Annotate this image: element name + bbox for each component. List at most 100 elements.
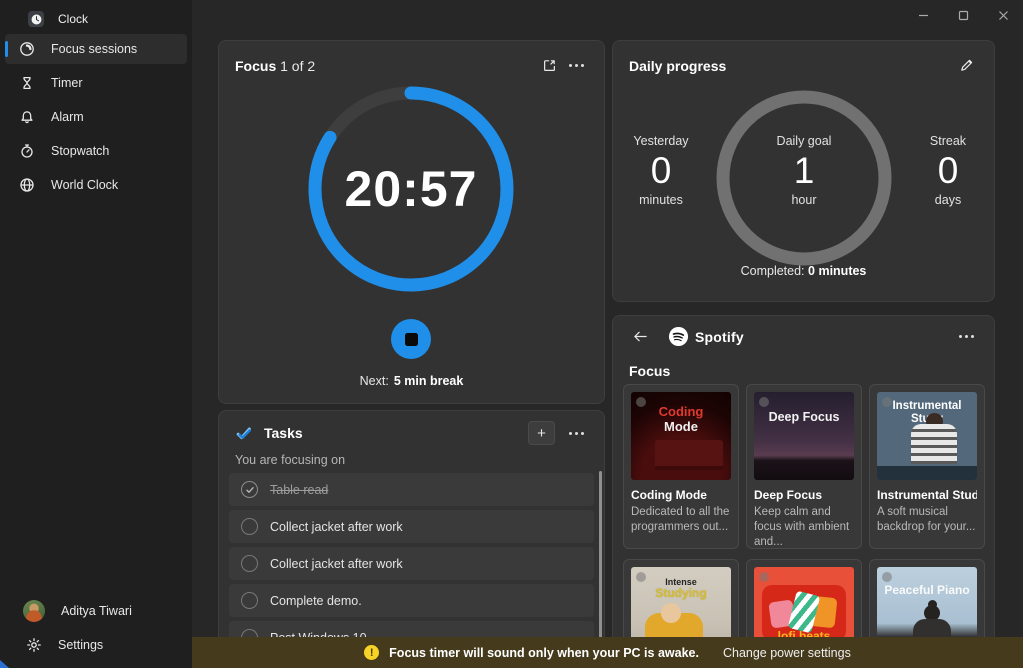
minimize-icon xyxy=(918,10,929,21)
time-remaining: 20:57 xyxy=(296,74,526,304)
sidebar-item-label: Stopwatch xyxy=(51,144,109,158)
sidebar-item-label: Alarm xyxy=(51,110,84,124)
stat-yesterday-value: 0 xyxy=(606,150,716,192)
spotify-watermark-icon xyxy=(759,572,769,582)
playlist-description: A soft musical backdrop for your... xyxy=(877,505,977,535)
edit-goal-button[interactable] xyxy=(953,54,980,77)
stat-yesterday: Yesterday 0 minutes xyxy=(606,134,716,207)
popout-button[interactable] xyxy=(536,54,563,77)
settings-label: Settings xyxy=(58,638,103,652)
spotify-brand: Spotify xyxy=(668,326,744,347)
focus-session-count: 1 of 2 xyxy=(280,58,315,74)
clock-app-window: Clock Focus sessions Timer xyxy=(0,0,1023,668)
task-checkbox[interactable] xyxy=(241,518,258,535)
focus-timer-ring: 20:57 xyxy=(296,74,526,304)
task-label: Collect jacket after work xyxy=(270,520,403,534)
close-button[interactable] xyxy=(983,0,1023,30)
stat-streak-value: 0 xyxy=(893,150,1003,192)
back-button[interactable] xyxy=(627,326,654,347)
spotify-section-heading: Focus xyxy=(613,347,994,379)
focus-card-more-button[interactable] xyxy=(563,60,590,71)
next-session-line: Next:5 min break xyxy=(219,374,604,388)
spotify-watermark-icon xyxy=(759,397,769,407)
next-session-value: 5 min break xyxy=(394,374,463,388)
spotify-brand-label: Spotify xyxy=(695,329,744,345)
playlist-cover: Coding Mode xyxy=(631,392,731,480)
user-name: Aditya Tiwari xyxy=(61,604,132,618)
tasks-scrollbar[interactable] xyxy=(599,471,602,656)
spotify-watermark-icon xyxy=(882,572,892,582)
task-row[interactable]: Collect jacket after work xyxy=(229,510,594,543)
sidebar-footer: Aditya Tiwari Settings xyxy=(0,594,192,668)
warning-exclamation-icon: ! xyxy=(364,645,379,660)
stat-streak: Streak 0 days xyxy=(893,134,1003,207)
back-arrow-icon xyxy=(633,330,648,343)
task-label: Collect jacket after work xyxy=(270,557,403,571)
sidebar-item-label: Focus sessions xyxy=(51,42,137,56)
timer-icon xyxy=(19,75,35,91)
playlist-cover: Deep Focus xyxy=(754,392,854,480)
playlist-title: Deep Focus xyxy=(754,488,854,502)
spotify-card: Spotify Focus Coding Mode Coding Mode De… xyxy=(612,315,995,668)
stop-icon xyxy=(405,333,418,346)
notification-bar: ! Focus timer will sound only when your … xyxy=(192,637,1023,668)
minimize-button[interactable] xyxy=(903,0,943,30)
playlist-title: Coding Mode xyxy=(631,488,731,502)
completed-line: Completed: 0 minutes xyxy=(613,264,994,278)
spotify-more-button[interactable] xyxy=(953,331,980,342)
task-row[interactable]: Collect jacket after work xyxy=(229,547,594,580)
spotify-logo-icon xyxy=(668,326,689,347)
maximize-button[interactable] xyxy=(943,0,983,30)
stop-focus-button[interactable] xyxy=(391,319,431,359)
tasks-more-button[interactable] xyxy=(563,428,590,439)
focus-card-title: Focus 1 of 2 xyxy=(235,58,315,74)
task-checkbox[interactable] xyxy=(241,592,258,609)
alarm-icon xyxy=(19,109,35,125)
playlist-description: Keep calm and focus with ambient and... xyxy=(754,505,854,551)
sidebar-nav: Focus sessions Timer Alarm xyxy=(0,34,192,200)
user-avatar xyxy=(23,600,45,622)
desk-art xyxy=(877,466,977,480)
notification-message: Focus timer will sound only when your PC… xyxy=(389,646,699,660)
sidebar-item-stopwatch[interactable]: Stopwatch xyxy=(5,136,187,166)
popout-icon xyxy=(542,58,557,73)
task-row[interactable]: Complete demo. xyxy=(229,584,594,617)
sidebar: Clock Focus sessions Timer xyxy=(0,0,192,668)
window-controls xyxy=(903,0,1023,30)
focus-session-card: Focus 1 of 2 20:57 Next:5 min brea xyxy=(218,40,605,404)
playlist-tile-coding-mode[interactable]: Coding Mode Coding Mode Dedicated to all… xyxy=(623,384,739,549)
task-label: Complete demo. xyxy=(270,594,362,608)
add-task-button[interactable]: + xyxy=(528,421,555,445)
playlist-grid: Coding Mode Coding Mode Dedicated to all… xyxy=(623,384,986,668)
pencil-icon xyxy=(959,58,974,73)
change-power-settings-link[interactable]: Change power settings xyxy=(723,646,851,660)
settings-item[interactable]: Settings xyxy=(0,628,192,662)
todo-check-icon xyxy=(235,425,254,441)
sidebar-item-world-clock[interactable]: World Clock xyxy=(5,170,187,200)
world-clock-icon xyxy=(19,177,35,193)
user-account-item[interactable]: Aditya Tiwari xyxy=(0,594,192,628)
person-art xyxy=(661,603,681,623)
focus-sessions-icon xyxy=(19,41,35,57)
sidebar-item-label: World Clock xyxy=(51,178,118,192)
task-checkbox-checked[interactable] xyxy=(241,481,258,498)
sidebar-item-alarm[interactable]: Alarm xyxy=(5,102,187,132)
stopwatch-icon xyxy=(19,143,35,159)
person-art xyxy=(911,424,957,464)
playlist-description: Dedicated to all the programmers out... xyxy=(631,505,731,535)
maximize-icon xyxy=(958,10,969,21)
sidebar-item-label: Timer xyxy=(51,76,82,90)
laptop-art xyxy=(655,440,723,466)
sidebar-item-timer[interactable]: Timer xyxy=(5,68,187,98)
playlist-cover: Instrumental Study xyxy=(877,392,977,480)
tasks-card-title: Tasks xyxy=(264,425,303,441)
task-row[interactable]: Table read xyxy=(229,473,594,506)
task-checkbox[interactable] xyxy=(241,555,258,572)
daily-progress-card: Daily progress Yesterday 0 minutes Daily… xyxy=(612,40,995,302)
daily-progress-title: Daily progress xyxy=(629,58,726,74)
playlist-title: Instrumental Study xyxy=(877,488,977,502)
sidebar-item-focus-sessions[interactable]: Focus sessions xyxy=(5,34,187,64)
playlist-tile-instrumental-study[interactable]: Instrumental Study Instrumental Study A … xyxy=(869,384,985,549)
playlist-tile-deep-focus[interactable]: Deep Focus Deep Focus Keep calm and focu… xyxy=(746,384,862,549)
gear-icon xyxy=(26,637,42,653)
